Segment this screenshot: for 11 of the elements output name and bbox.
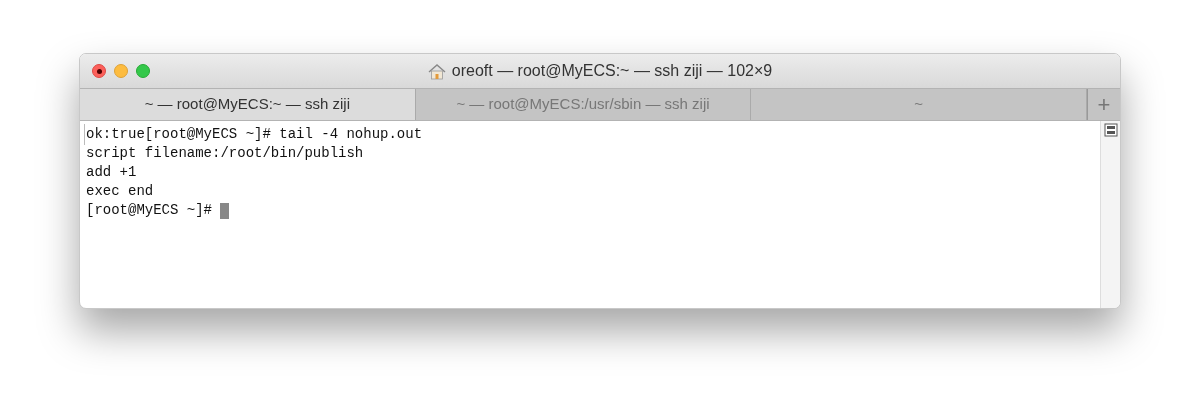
terminal-line: script filename:/root/bin/publish bbox=[85, 144, 364, 163]
close-button[interactable] bbox=[92, 64, 106, 78]
window-title: oreoft — root@MyECS:~ — ssh ziji — 102×9 bbox=[451, 61, 773, 81]
split-pane-icon[interactable] bbox=[1103, 123, 1118, 137]
terminal-line: exec end bbox=[85, 182, 154, 201]
terminal-line: [root@MyECS ~]# bbox=[85, 201, 214, 220]
home-icon bbox=[427, 62, 446, 80]
cursor bbox=[220, 202, 230, 219]
terminal-line: add +1 bbox=[85, 163, 137, 182]
terminal-line: ok:true[root@MyECS ~]# tail -4 nohup.out bbox=[84, 124, 423, 145]
tab[interactable]: ~ — root@MyECS:~ — ssh ziji bbox=[80, 89, 416, 120]
